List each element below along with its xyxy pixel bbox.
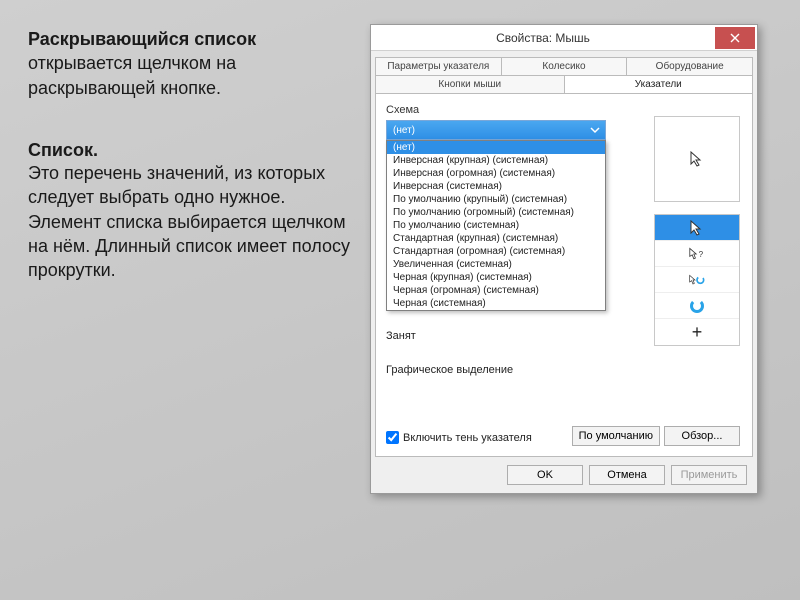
browse-button[interactable]: Обзор... [664,426,740,446]
tabs-row-upper: Параметры указателя Колесико Оборудовани… [371,51,757,75]
option-item[interactable]: Черная (крупная) (системная) [387,271,605,284]
close-button[interactable] [715,27,755,49]
pointer-shadow-label: Включить тень указателя [403,432,532,444]
tab-panel-pointers: Схема (нет) (нет) Инверсная (крупная) (с… [375,93,753,457]
option-item[interactable]: Черная (огромная) (системная) [387,284,605,297]
scheme-dropdown-list[interactable]: (нет) Инверсная (крупная) (системная) Ин… [386,140,606,311]
label-graphic-select: Графическое выделение [386,364,513,376]
option-item[interactable]: По умолчанию (системная) [387,219,605,232]
mouse-properties-dialog: Свойства: Мышь Параметры указателя Колес… [370,24,758,494]
cursor-preview [654,116,740,202]
close-icon [730,33,740,43]
tab-pointer-options[interactable]: Параметры указателя [375,57,502,75]
pointer-shadow-checkbox[interactable] [386,431,399,444]
left-heading-1: Раскрывающийся список [28,28,358,51]
left-body-2: Это перечень значений, из которых следуе… [28,161,358,282]
cursor-item-normal[interactable] [655,215,739,241]
tab-wheel[interactable]: Колесико [501,57,628,75]
option-item[interactable]: Увеличенная (системная) [387,258,605,271]
tab-buttons[interactable]: Кнопки мыши [375,75,565,93]
tab-pointers[interactable]: Указатели [564,75,754,93]
default-button[interactable]: По умолчанию [572,426,660,446]
arrow-cursor-icon [689,151,705,167]
option-item[interactable]: Черная (системная) [387,297,605,310]
cursor-item-help[interactable]: ? [655,241,739,267]
scheme-label: Схема [386,104,742,116]
arrow-cursor-icon [689,220,705,236]
option-item[interactable]: Стандартная (крупная) (системная) [387,232,605,245]
option-item[interactable]: По умолчанию (крупный) (системная) [387,193,605,206]
label-busy: Занят [386,330,513,342]
tab-hardware[interactable]: Оборудование [626,57,753,75]
cursor-list[interactable]: ? + [654,214,740,346]
option-item[interactable]: Инверсная (огромная) (системная) [387,167,605,180]
busy-ring-icon [690,299,704,313]
dialog-title: Свойства: Мышь [371,31,715,45]
cursor-item-working[interactable] [655,267,739,293]
crosshair-icon: + [692,323,703,341]
cursor-item-precision[interactable]: + [655,319,739,345]
ok-button[interactable]: OK [507,465,583,485]
chevron-down-icon [589,124,601,136]
cursor-item-busy[interactable] [655,293,739,319]
apply-button[interactable]: Применить [671,465,747,485]
scheme-combobox[interactable]: (нет) [386,120,606,140]
option-item[interactable]: Стандартная (огромная) (системная) [387,245,605,258]
svg-text:?: ? [699,250,704,259]
option-none[interactable]: (нет) [387,141,605,154]
option-item[interactable]: Инверсная (системная) [387,180,605,193]
titlebar: Свойства: Мышь [371,25,757,51]
left-body-1: открывается щелчком на раскрывающей кноп… [28,51,358,100]
cancel-button[interactable]: Отмена [589,465,665,485]
option-item[interactable]: По умолчанию (огромный) (системная) [387,206,605,219]
option-item[interactable]: Инверсная (крупная) (системная) [387,154,605,167]
dialog-buttons: OK Отмена Применить [371,457,757,493]
arrow-busy-cursor-icon [689,272,705,288]
tabs-row-lower: Кнопки мыши Указатели [371,75,757,93]
arrow-help-cursor-icon: ? [689,246,705,262]
left-heading-2: Список. [28,140,358,161]
scheme-combobox-value: (нет) [393,125,415,136]
